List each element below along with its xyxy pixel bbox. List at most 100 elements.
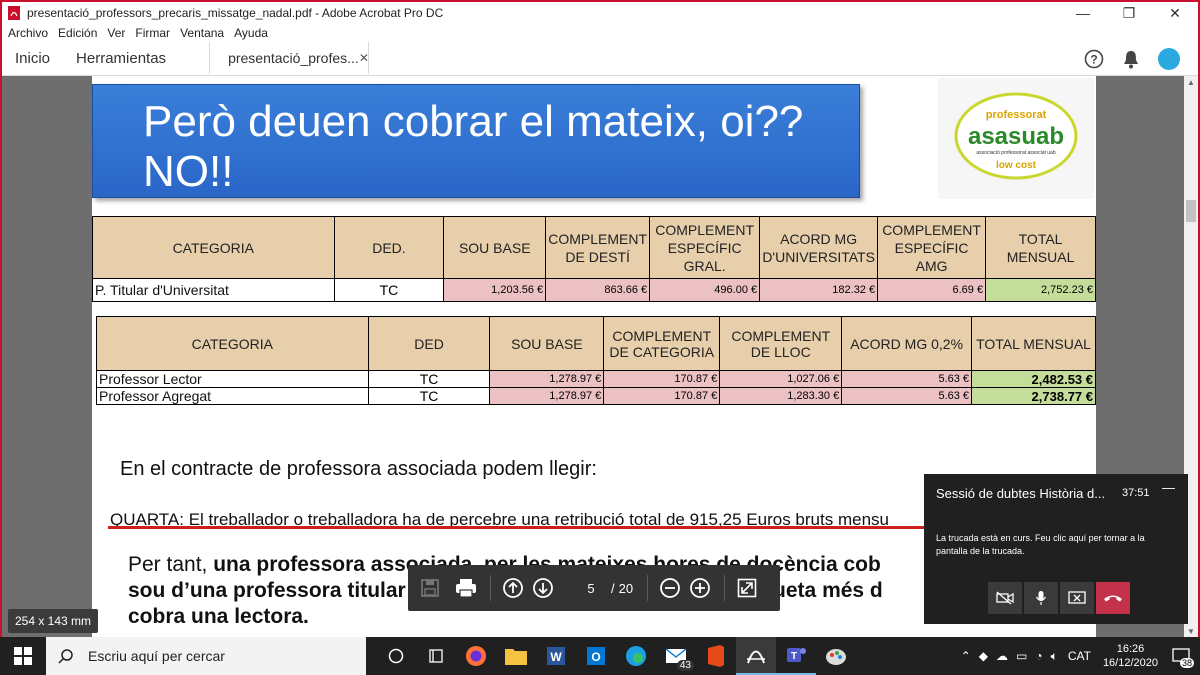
svg-text:professorat: professorat: [986, 109, 1047, 121]
cell-complement-categoria: 170.87 €: [603, 387, 721, 405]
outlook-icon[interactable]: O: [576, 637, 616, 675]
col-categoria: CATEGORIA: [92, 216, 335, 279]
close-button[interactable]: ✕: [1152, 2, 1198, 24]
dropbox-icon[interactable]: ◆: [979, 649, 988, 663]
battery-icon[interactable]: ▭: [1016, 649, 1027, 663]
tray-overflow-icon[interactable]: ⌃: [961, 649, 971, 663]
search-icon: [58, 649, 73, 664]
col-complement-lloc: COMPLEMENT DE LLOC: [719, 316, 843, 371]
print-icon[interactable]: [452, 574, 480, 602]
cell-complement-desti: 863.66 €: [545, 278, 651, 302]
previous-page-icon[interactable]: [499, 574, 527, 602]
office-icon[interactable]: [696, 637, 736, 675]
cell-sou-base: 1,278.97 €: [489, 370, 605, 388]
col-acord-mg: ACORD MG D'UNIVERSITATS: [759, 216, 879, 279]
zoom-in-icon[interactable]: [686, 574, 714, 602]
acrobat-taskbar-icon[interactable]: [736, 637, 776, 675]
taskbar-search-box[interactable]: Escriu aquí per cercar: [46, 637, 366, 675]
language-indicator[interactable]: CAT: [1068, 649, 1091, 663]
zoom-out-icon[interactable]: [656, 574, 684, 602]
menu-bar: Archivo Edición Ver Firmar Ventana Ayuda: [2, 24, 1198, 42]
toolbar-divider: [647, 575, 649, 601]
file-explorer-icon[interactable]: [496, 637, 536, 675]
call-title: Sessió de dubtes Història d...: [936, 486, 1106, 501]
call-duration: 37:51: [1122, 487, 1150, 499]
scrollbar-thumb[interactable]: [1186, 200, 1196, 222]
teams-icon[interactable]: T: [776, 637, 816, 675]
floating-page-toolbar: 5 / 20: [408, 565, 780, 611]
col-complement-especific-gral: COMPLEMENT ESPECÍFIC GRAL.: [649, 216, 761, 279]
cell-ded: TC: [367, 370, 491, 388]
cell-complement-lloc: 1,027.06 €: [719, 370, 843, 388]
task-view-icon[interactable]: [376, 637, 416, 675]
edge-icon[interactable]: [616, 637, 656, 675]
bell-icon[interactable]: [1122, 49, 1140, 69]
clock-time: 16:26: [1116, 643, 1145, 655]
col-complement-categoria: COMPLEMENT DE CATEGORIA: [603, 316, 721, 371]
account-avatar[interactable]: [1158, 48, 1180, 70]
menu-edicion[interactable]: Edición: [58, 26, 97, 40]
cell-acord-mg: 5.63 €: [841, 387, 973, 405]
menu-ayuda[interactable]: Ayuda: [234, 26, 268, 40]
windows-taskbar: Escriu aquí per cercar W O 43 T ⌃ ◆ ☁ ▭ …: [0, 637, 1200, 675]
table-header-row: CATEGORIA DED. SOU BASE COMPLEMENT DE DE…: [92, 216, 1096, 279]
cell-complement-lloc: 1,283.30 €: [719, 387, 843, 405]
cell-ded: TC: [333, 278, 445, 302]
onedrive-icon[interactable]: ☁: [996, 649, 1008, 663]
cell-total-mensual: 2,482.53 €: [971, 370, 1096, 388]
action-center-icon[interactable]: 38: [1168, 644, 1194, 668]
col-complement-desti: COMPLEMENT DE DESTÍ: [545, 216, 651, 279]
cell-categoria: Professor Agregat: [96, 387, 369, 405]
svg-text:?: ?: [1090, 53, 1097, 67]
tab-herramientas[interactable]: Herramientas: [63, 42, 179, 75]
fit-page-icon[interactable]: [733, 574, 761, 602]
call-message[interactable]: La trucada està en curs. Feu clic aquí p…: [936, 532, 1146, 558]
minimize-button[interactable]: —: [1060, 2, 1106, 24]
menu-ventana[interactable]: Ventana: [180, 26, 224, 40]
share-screen-icon[interactable]: [1060, 582, 1094, 614]
table-row: Professor Lector TC 1,278.97 € 170.87 € …: [96, 370, 1096, 388]
cell-acord-mg: 5.63 €: [841, 370, 973, 388]
toolbar-divider: [724, 575, 726, 601]
acrobat-window: presentació_professors_precaris_missatge…: [0, 0, 1200, 675]
paragraph-contract-intro: En el contracte de professora associada …: [120, 458, 597, 480]
widgets-icon[interactable]: [416, 637, 456, 675]
paint-icon[interactable]: [816, 637, 856, 675]
hang-up-icon[interactable]: [1096, 582, 1130, 614]
save-icon[interactable]: [416, 574, 444, 602]
scroll-up-icon[interactable]: ▲: [1184, 76, 1198, 90]
microphone-icon[interactable]: [1024, 582, 1058, 614]
conclusion-bold-4: cobra una lectora.: [128, 605, 309, 628]
page-number-input[interactable]: 5: [579, 581, 603, 596]
camera-off-icon[interactable]: [988, 582, 1022, 614]
page-separator: /: [611, 580, 615, 596]
restore-button[interactable]: ❐: [1106, 2, 1152, 24]
help-icon[interactable]: ?: [1084, 49, 1104, 69]
tab-bar: Inicio Herramientas presentació_profes..…: [2, 42, 1198, 76]
page-size-tag: 254 x 143 mm: [8, 609, 98, 633]
menu-ver[interactable]: Ver: [107, 26, 125, 40]
windows-start-icon[interactable]: [0, 637, 46, 675]
cell-sou-base: 1,203.56 €: [443, 278, 547, 302]
svg-text:T: T: [791, 651, 797, 662]
call-minimize-button[interactable]: —: [1162, 480, 1175, 495]
toolbar-divider: [490, 575, 491, 601]
col-complement-especific-amg: COMPLEMENT ESPECÍFIC AMG: [877, 216, 987, 279]
clock[interactable]: 16:26 16/12/2020: [1103, 642, 1158, 670]
tab-inicio[interactable]: Inicio: [2, 42, 63, 75]
next-page-icon[interactable]: [529, 574, 557, 602]
menu-firmar[interactable]: Firmar: [135, 26, 170, 40]
mail-icon[interactable]: 43: [656, 637, 696, 675]
tab-document[interactable]: presentació_profes... ✕: [209, 42, 370, 75]
menu-archivo[interactable]: Archivo: [8, 26, 48, 40]
teams-call-popup[interactable]: Sessió de dubtes Història d... 37:51 — L…: [924, 474, 1188, 624]
firefox-icon[interactable]: [456, 637, 496, 675]
tab-close-icon[interactable]: ✕: [359, 51, 369, 65]
word-icon[interactable]: W: [536, 637, 576, 675]
network-icon[interactable]: ◔: [1035, 649, 1042, 663]
salary-table-lector-agregat: CATEGORIA DED SOU BASE COMPLEMENT DE CAT…: [96, 316, 1096, 405]
cell-acord-mg: 182.32 €: [759, 278, 879, 302]
volume-icon[interactable]: 🔈︎: [1051, 649, 1058, 664]
cell-complement-especific-amg: 6.69 €: [877, 278, 987, 302]
col-ded: DED: [367, 316, 491, 371]
